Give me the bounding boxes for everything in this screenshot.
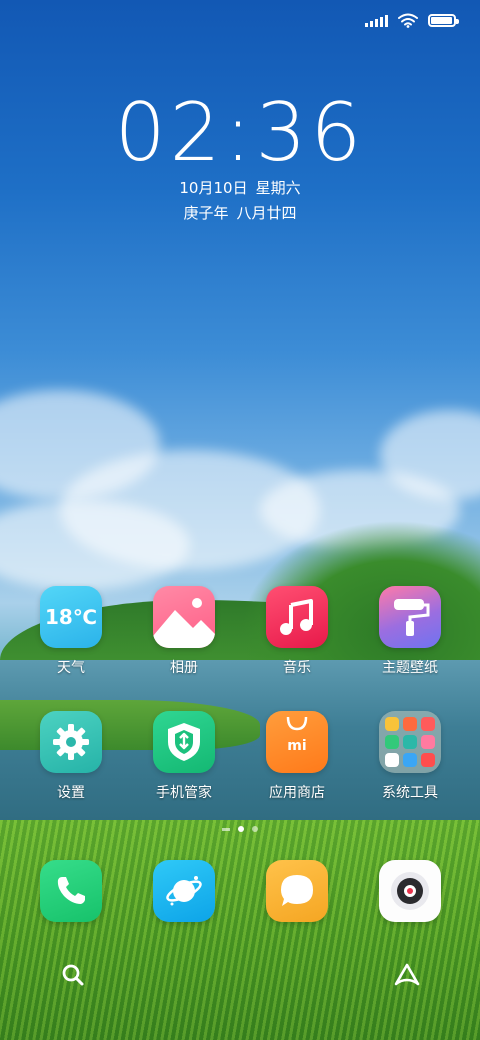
date-text: 10月10日 (179, 179, 248, 197)
browser-icon (153, 860, 215, 922)
dock-browser[interactable] (153, 860, 215, 922)
cellular-signal-icon (365, 13, 388, 27)
app-folder-system-tools[interactable]: 系统工具 (360, 711, 460, 802)
weather-icon: 18℃ (40, 586, 102, 648)
folder-app-compass-icon (421, 735, 435, 749)
battery-icon (428, 13, 459, 27)
app-gallery[interactable]: 相册 (134, 586, 234, 677)
folder-app-clock-icon (403, 735, 417, 749)
page-dot-2[interactable] (252, 826, 258, 832)
app-label: 主题壁纸 (382, 660, 438, 676)
app-themes[interactable]: 主题壁纸 (360, 586, 460, 677)
search-button[interactable] (58, 960, 88, 990)
app-label: 应用商店 (269, 785, 325, 801)
assistant-icon (394, 963, 420, 986)
app-security[interactable]: 手机管家 (134, 711, 234, 802)
app-label: 设置 (57, 785, 85, 801)
folder-app-browser-icon (421, 753, 435, 767)
date-line[interactable]: 10月10日 星期六 (0, 178, 480, 198)
app-label: 手机管家 (156, 785, 212, 801)
music-icon (266, 586, 328, 648)
page-indicator-menu (222, 827, 230, 831)
settings-icon (40, 711, 102, 773)
folder-app-calculator-icon (385, 735, 399, 749)
status-bar (365, 10, 459, 30)
phone-icon (40, 860, 102, 922)
page-indicator (0, 826, 480, 832)
folder-app-scanner-icon (403, 753, 417, 767)
wifi-icon (398, 13, 418, 28)
security-icon (153, 711, 215, 773)
dock-phone[interactable] (40, 860, 102, 922)
lunar-date-line: 庚子年 八月廿四 (0, 203, 480, 223)
themes-icon (379, 586, 441, 648)
app-label: 系统工具 (382, 785, 438, 801)
folder-app-files-icon (421, 717, 435, 731)
lunar-year-text: 庚子年 (183, 204, 229, 222)
page-dot-1[interactable] (238, 826, 244, 832)
weekday-text: 星期六 (255, 179, 301, 197)
app-store[interactable]: mi 应用商店 (247, 711, 347, 802)
app-weather[interactable]: 18℃ 天气 (21, 586, 121, 677)
folder-app-recorder-icon (403, 717, 417, 731)
app-music[interactable]: 音乐 (247, 586, 347, 677)
assistant-button[interactable] (392, 960, 422, 990)
app-settings[interactable]: 设置 (21, 711, 121, 802)
folder-app-maps-icon (385, 753, 399, 767)
app-label: 相册 (170, 660, 198, 676)
app-label: 天气 (57, 660, 85, 676)
search-icon (62, 964, 84, 986)
messages-icon (266, 860, 328, 922)
dock-camera[interactable] (379, 860, 441, 922)
camera-icon (379, 860, 441, 922)
app-label: 音乐 (283, 660, 311, 676)
clock-time[interactable]: 02:36 (0, 88, 480, 178)
lunar-date-text: 八月廿四 (236, 204, 297, 222)
app-store-icon: mi (266, 711, 328, 773)
gallery-icon (153, 586, 215, 648)
dock-messages[interactable] (266, 860, 328, 922)
weather-temp: 18℃ (44, 605, 98, 629)
folder-icon (379, 711, 441, 773)
folder-app-notes-icon (385, 717, 399, 731)
